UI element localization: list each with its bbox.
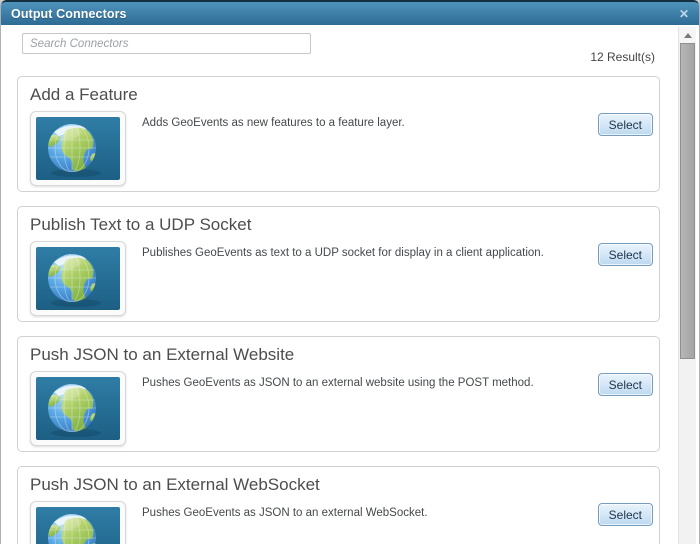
select-button[interactable]: Select [597, 373, 653, 396]
dialog-titlebar: Output Connectors ✕ [1, 0, 699, 25]
connector-thumbnail [30, 111, 126, 186]
select-button[interactable]: Select [597, 113, 653, 136]
globe-icon [36, 247, 120, 310]
up-arrow-icon [683, 32, 692, 38]
connector-title: Push JSON to an External Website [30, 345, 295, 364]
connector-card-push-json-website: Push JSON to an External Website Pushes … [17, 336, 660, 452]
results-count: 12 Result(s) [590, 50, 655, 64]
output-connectors-dialog: Output Connectors ✕ 12 Result(s) Add a F… [0, 0, 700, 544]
globe-icon [36, 507, 120, 544]
connector-description: Publishes GeoEvents as text to a UDP soc… [142, 247, 544, 259]
connector-description: Adds GeoEvents as new features to a feat… [142, 117, 405, 129]
connector-thumbnail [30, 371, 126, 446]
scrollbar-thumb[interactable] [680, 43, 695, 359]
dialog-title: Output Connectors [11, 6, 127, 21]
connector-list: Add a Feature Adds GeoEvents as new feat… [17, 76, 660, 544]
select-button[interactable]: Select [597, 243, 653, 266]
scrollbar-up-button[interactable] [679, 27, 696, 43]
connector-thumbnail [30, 501, 126, 544]
close-icon[interactable]: ✕ [679, 8, 689, 20]
connector-description: Pushes GeoEvents as JSON to an external … [142, 507, 428, 519]
search-input[interactable] [22, 33, 311, 54]
connector-card-add-a-feature: Add a Feature Adds GeoEvents as new feat… [17, 76, 660, 192]
globe-icon [36, 377, 120, 440]
connector-description: Pushes GeoEvents as JSON to an external … [142, 377, 534, 389]
vertical-scrollbar[interactable] [678, 27, 696, 544]
connector-title: Push JSON to an External WebSocket [30, 475, 320, 494]
globe-icon [36, 117, 120, 180]
connector-title: Add a Feature [30, 85, 138, 104]
connector-thumbnail [30, 241, 126, 316]
connector-title: Publish Text to a UDP Socket [30, 215, 252, 234]
connector-card-push-json-websocket: Push JSON to an External WebSocket Pushe… [17, 466, 660, 544]
connector-card-publish-text-udp: Publish Text to a UDP Socket Publishes G… [17, 206, 660, 322]
select-button[interactable]: Select [597, 503, 653, 526]
